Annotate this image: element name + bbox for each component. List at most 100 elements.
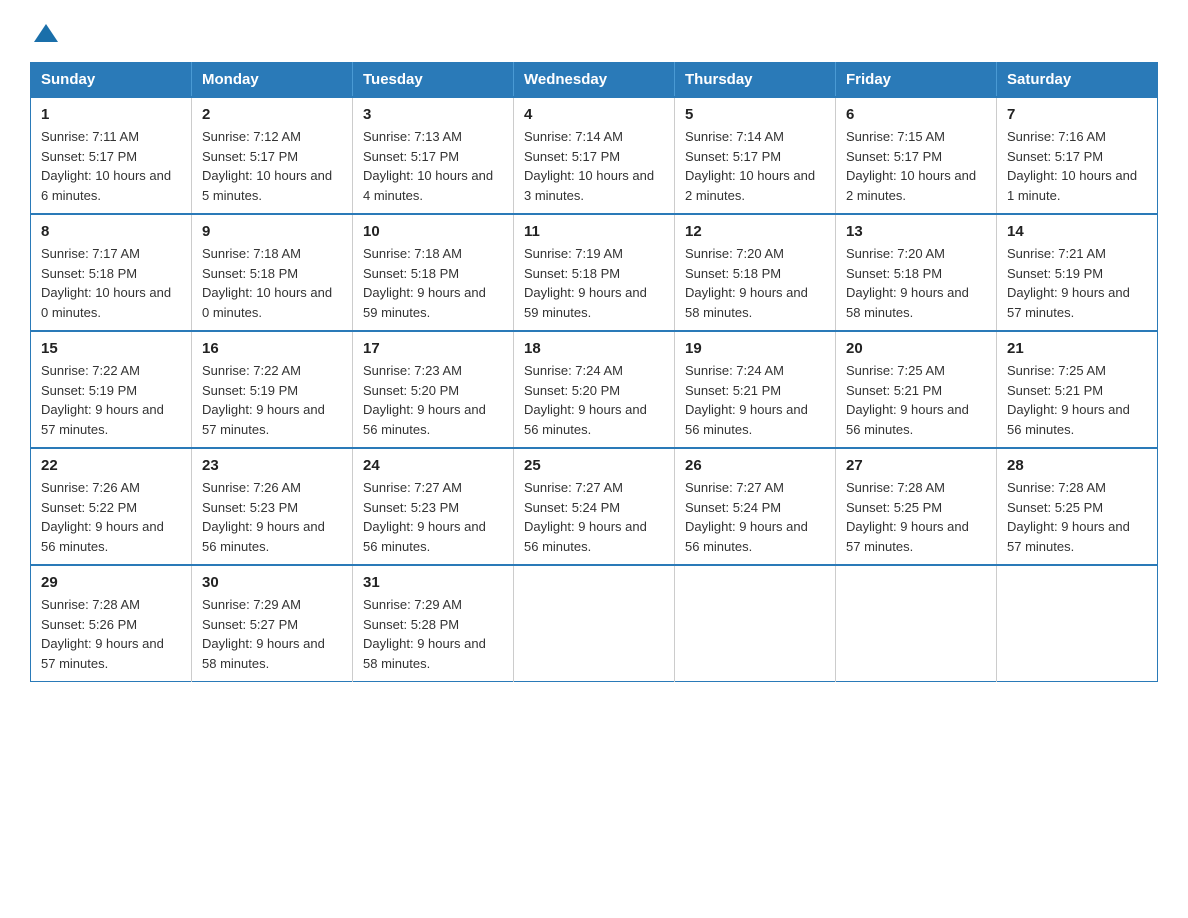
logo-arrow-icon	[32, 20, 60, 48]
calendar-header: SundayMondayTuesdayWednesdayThursdayFrid…	[31, 63, 1158, 98]
weekday-header-tuesday: Tuesday	[353, 63, 514, 98]
day-number: 3	[363, 106, 503, 123]
calendar-cell	[836, 565, 997, 682]
calendar-cell: 22 Sunrise: 7:26 AMSunset: 5:22 PMDaylig…	[31, 448, 192, 565]
day-info: Sunrise: 7:11 AMSunset: 5:17 PMDaylight:…	[41, 127, 181, 205]
calendar-cell: 26 Sunrise: 7:27 AMSunset: 5:24 PMDaylig…	[675, 448, 836, 565]
day-info: Sunrise: 7:27 AMSunset: 5:24 PMDaylight:…	[524, 478, 664, 556]
calendar-cell: 11 Sunrise: 7:19 AMSunset: 5:18 PMDaylig…	[514, 214, 675, 331]
calendar-cell	[997, 565, 1158, 682]
weekday-header-saturday: Saturday	[997, 63, 1158, 98]
day-number: 17	[363, 340, 503, 357]
calendar-cell	[675, 565, 836, 682]
calendar-cell: 6 Sunrise: 7:15 AMSunset: 5:17 PMDayligh…	[836, 97, 997, 214]
day-info: Sunrise: 7:29 AMSunset: 5:27 PMDaylight:…	[202, 595, 342, 673]
day-number: 30	[202, 574, 342, 591]
calendar-cell: 31 Sunrise: 7:29 AMSunset: 5:28 PMDaylig…	[353, 565, 514, 682]
calendar-cell: 9 Sunrise: 7:18 AMSunset: 5:18 PMDayligh…	[192, 214, 353, 331]
day-number: 6	[846, 106, 986, 123]
weekday-header-row: SundayMondayTuesdayWednesdayThursdayFrid…	[31, 63, 1158, 98]
day-number: 10	[363, 223, 503, 240]
day-info: Sunrise: 7:25 AMSunset: 5:21 PMDaylight:…	[1007, 361, 1147, 439]
calendar-cell: 8 Sunrise: 7:17 AMSunset: 5:18 PMDayligh…	[31, 214, 192, 331]
calendar-cell: 28 Sunrise: 7:28 AMSunset: 5:25 PMDaylig…	[997, 448, 1158, 565]
day-number: 12	[685, 223, 825, 240]
day-info: Sunrise: 7:16 AMSunset: 5:17 PMDaylight:…	[1007, 127, 1147, 205]
calendar-cell	[514, 565, 675, 682]
day-info: Sunrise: 7:29 AMSunset: 5:28 PMDaylight:…	[363, 595, 503, 673]
calendar-body: 1 Sunrise: 7:11 AMSunset: 5:17 PMDayligh…	[31, 97, 1158, 682]
calendar-cell: 15 Sunrise: 7:22 AMSunset: 5:19 PMDaylig…	[31, 331, 192, 448]
day-number: 27	[846, 457, 986, 474]
day-info: Sunrise: 7:18 AMSunset: 5:18 PMDaylight:…	[363, 244, 503, 322]
day-info: Sunrise: 7:22 AMSunset: 5:19 PMDaylight:…	[202, 361, 342, 439]
day-number: 5	[685, 106, 825, 123]
day-number: 24	[363, 457, 503, 474]
calendar-cell: 23 Sunrise: 7:26 AMSunset: 5:23 PMDaylig…	[192, 448, 353, 565]
calendar-cell: 10 Sunrise: 7:18 AMSunset: 5:18 PMDaylig…	[353, 214, 514, 331]
calendar-cell: 30 Sunrise: 7:29 AMSunset: 5:27 PMDaylig…	[192, 565, 353, 682]
day-info: Sunrise: 7:20 AMSunset: 5:18 PMDaylight:…	[846, 244, 986, 322]
day-info: Sunrise: 7:20 AMSunset: 5:18 PMDaylight:…	[685, 244, 825, 322]
day-info: Sunrise: 7:14 AMSunset: 5:17 PMDaylight:…	[685, 127, 825, 205]
calendar-cell: 1 Sunrise: 7:11 AMSunset: 5:17 PMDayligh…	[31, 97, 192, 214]
day-number: 25	[524, 457, 664, 474]
calendar-cell: 2 Sunrise: 7:12 AMSunset: 5:17 PMDayligh…	[192, 97, 353, 214]
calendar-week-row: 15 Sunrise: 7:22 AMSunset: 5:19 PMDaylig…	[31, 331, 1158, 448]
day-info: Sunrise: 7:26 AMSunset: 5:22 PMDaylight:…	[41, 478, 181, 556]
calendar-cell: 29 Sunrise: 7:28 AMSunset: 5:26 PMDaylig…	[31, 565, 192, 682]
day-info: Sunrise: 7:28 AMSunset: 5:25 PMDaylight:…	[1007, 478, 1147, 556]
day-info: Sunrise: 7:23 AMSunset: 5:20 PMDaylight:…	[363, 361, 503, 439]
day-number: 13	[846, 223, 986, 240]
weekday-header-monday: Monday	[192, 63, 353, 98]
day-number: 19	[685, 340, 825, 357]
day-number: 1	[41, 106, 181, 123]
calendar-cell: 19 Sunrise: 7:24 AMSunset: 5:21 PMDaylig…	[675, 331, 836, 448]
day-info: Sunrise: 7:25 AMSunset: 5:21 PMDaylight:…	[846, 361, 986, 439]
calendar-cell: 16 Sunrise: 7:22 AMSunset: 5:19 PMDaylig…	[192, 331, 353, 448]
day-number: 18	[524, 340, 664, 357]
calendar-cell: 12 Sunrise: 7:20 AMSunset: 5:18 PMDaylig…	[675, 214, 836, 331]
page-header	[30, 20, 1158, 44]
day-number: 23	[202, 457, 342, 474]
day-number: 11	[524, 223, 664, 240]
calendar-cell: 27 Sunrise: 7:28 AMSunset: 5:25 PMDaylig…	[836, 448, 997, 565]
calendar-cell: 24 Sunrise: 7:27 AMSunset: 5:23 PMDaylig…	[353, 448, 514, 565]
calendar-cell: 5 Sunrise: 7:14 AMSunset: 5:17 PMDayligh…	[675, 97, 836, 214]
calendar-cell: 17 Sunrise: 7:23 AMSunset: 5:20 PMDaylig…	[353, 331, 514, 448]
calendar-table: SundayMondayTuesdayWednesdayThursdayFrid…	[30, 62, 1158, 682]
calendar-cell: 4 Sunrise: 7:14 AMSunset: 5:17 PMDayligh…	[514, 97, 675, 214]
day-info: Sunrise: 7:15 AMSunset: 5:17 PMDaylight:…	[846, 127, 986, 205]
day-number: 14	[1007, 223, 1147, 240]
calendar-cell: 13 Sunrise: 7:20 AMSunset: 5:18 PMDaylig…	[836, 214, 997, 331]
calendar-week-row: 1 Sunrise: 7:11 AMSunset: 5:17 PMDayligh…	[31, 97, 1158, 214]
day-number: 20	[846, 340, 986, 357]
day-info: Sunrise: 7:17 AMSunset: 5:18 PMDaylight:…	[41, 244, 181, 322]
day-info: Sunrise: 7:26 AMSunset: 5:23 PMDaylight:…	[202, 478, 342, 556]
day-info: Sunrise: 7:24 AMSunset: 5:20 PMDaylight:…	[524, 361, 664, 439]
day-number: 4	[524, 106, 664, 123]
day-info: Sunrise: 7:28 AMSunset: 5:25 PMDaylight:…	[846, 478, 986, 556]
day-info: Sunrise: 7:28 AMSunset: 5:26 PMDaylight:…	[41, 595, 181, 673]
day-number: 21	[1007, 340, 1147, 357]
calendar-week-row: 22 Sunrise: 7:26 AMSunset: 5:22 PMDaylig…	[31, 448, 1158, 565]
day-number: 7	[1007, 106, 1147, 123]
calendar-cell: 21 Sunrise: 7:25 AMSunset: 5:21 PMDaylig…	[997, 331, 1158, 448]
weekday-header-sunday: Sunday	[31, 63, 192, 98]
day-info: Sunrise: 7:13 AMSunset: 5:17 PMDaylight:…	[363, 127, 503, 205]
calendar-cell: 20 Sunrise: 7:25 AMSunset: 5:21 PMDaylig…	[836, 331, 997, 448]
calendar-week-row: 8 Sunrise: 7:17 AMSunset: 5:18 PMDayligh…	[31, 214, 1158, 331]
day-number: 2	[202, 106, 342, 123]
day-info: Sunrise: 7:22 AMSunset: 5:19 PMDaylight:…	[41, 361, 181, 439]
day-info: Sunrise: 7:14 AMSunset: 5:17 PMDaylight:…	[524, 127, 664, 205]
calendar-cell: 7 Sunrise: 7:16 AMSunset: 5:17 PMDayligh…	[997, 97, 1158, 214]
day-number: 29	[41, 574, 181, 591]
calendar-week-row: 29 Sunrise: 7:28 AMSunset: 5:26 PMDaylig…	[31, 565, 1158, 682]
day-info: Sunrise: 7:18 AMSunset: 5:18 PMDaylight:…	[202, 244, 342, 322]
day-number: 16	[202, 340, 342, 357]
calendar-cell: 14 Sunrise: 7:21 AMSunset: 5:19 PMDaylig…	[997, 214, 1158, 331]
day-info: Sunrise: 7:12 AMSunset: 5:17 PMDaylight:…	[202, 127, 342, 205]
day-number: 22	[41, 457, 181, 474]
calendar-cell: 3 Sunrise: 7:13 AMSunset: 5:17 PMDayligh…	[353, 97, 514, 214]
day-number: 8	[41, 223, 181, 240]
